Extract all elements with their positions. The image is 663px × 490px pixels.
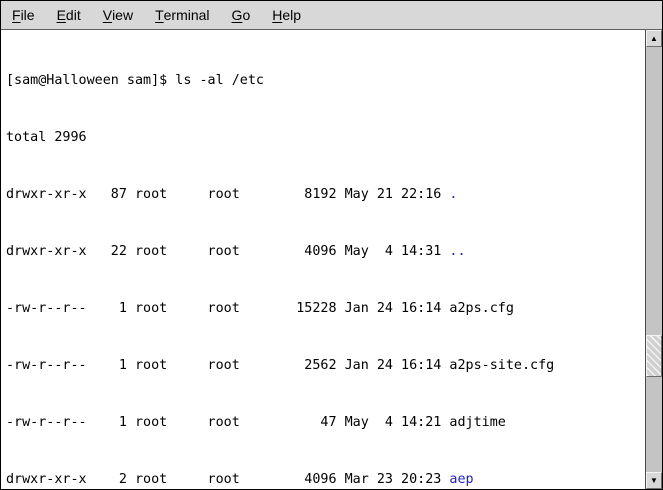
terminal-line: drwxr-xr-x 2 root root 4096 Mar 23 20:23… (6, 470, 645, 489)
menu-view[interactable]: View (92, 1, 144, 29)
terminal-line: -rw-r--r-- 1 root root 47 May 4 14:21 ad… (6, 413, 645, 432)
menu-help-label: H (272, 7, 282, 23)
terminal-line: drwxr-xr-x 22 root root 4096 May 4 14:31… (6, 242, 645, 261)
scroll-down-button[interactable]: ▼ (646, 472, 662, 489)
scroll-up-button[interactable]: ▲ (646, 30, 662, 47)
scrollbar-thumb[interactable] (646, 335, 662, 377)
terminal-line: -rw-r--r-- 1 root root 2562 Jan 24 16:14… (6, 356, 645, 375)
menu-terminal[interactable]: Terminal (144, 1, 220, 29)
menu-go-label: G (232, 7, 243, 23)
scrollbar: ▲ ▼ (645, 30, 662, 489)
scroll-up-icon: ▲ (650, 35, 658, 43)
file-name: aep (449, 472, 473, 487)
menubar: File Edit View Terminal Go Help (1, 1, 662, 30)
file-name: a2ps-site.cfg (449, 358, 554, 373)
menu-help[interactable]: Help (261, 1, 312, 29)
menu-file[interactable]: File (1, 1, 46, 29)
menu-terminal-label: T (155, 7, 164, 23)
terminal-screen[interactable]: [sam@Halloween sam]$ ls -al /etc total 2… (1, 30, 645, 489)
scrollbar-track[interactable] (646, 47, 662, 472)
terminal-line: -rw-r--r-- 1 root root 15228 Jan 24 16:1… (6, 299, 645, 318)
scroll-down-icon: ▼ (650, 477, 658, 485)
file-name: a2ps.cfg (449, 301, 514, 316)
terminal-window: File Edit View Terminal Go Help [sam@Hal… (0, 0, 663, 490)
menu-file-label: F (12, 7, 21, 23)
terminal-total-line: total 2996 (6, 128, 645, 147)
terminal-prompt-line: [sam@Halloween sam]$ ls -al /etc (6, 71, 645, 90)
menu-go[interactable]: Go (221, 1, 262, 29)
terminal-line: drwxr-xr-x 87 root root 8192 May 21 22:1… (6, 185, 645, 204)
file-name: adjtime (449, 415, 505, 430)
file-name: . (449, 187, 457, 202)
window-content: [sam@Halloween sam]$ ls -al /etc total 2… (1, 30, 662, 489)
file-name: .. (449, 244, 465, 259)
menu-edit-label: E (57, 7, 66, 23)
menu-view-label: V (103, 7, 112, 23)
menu-edit[interactable]: Edit (46, 1, 92, 29)
